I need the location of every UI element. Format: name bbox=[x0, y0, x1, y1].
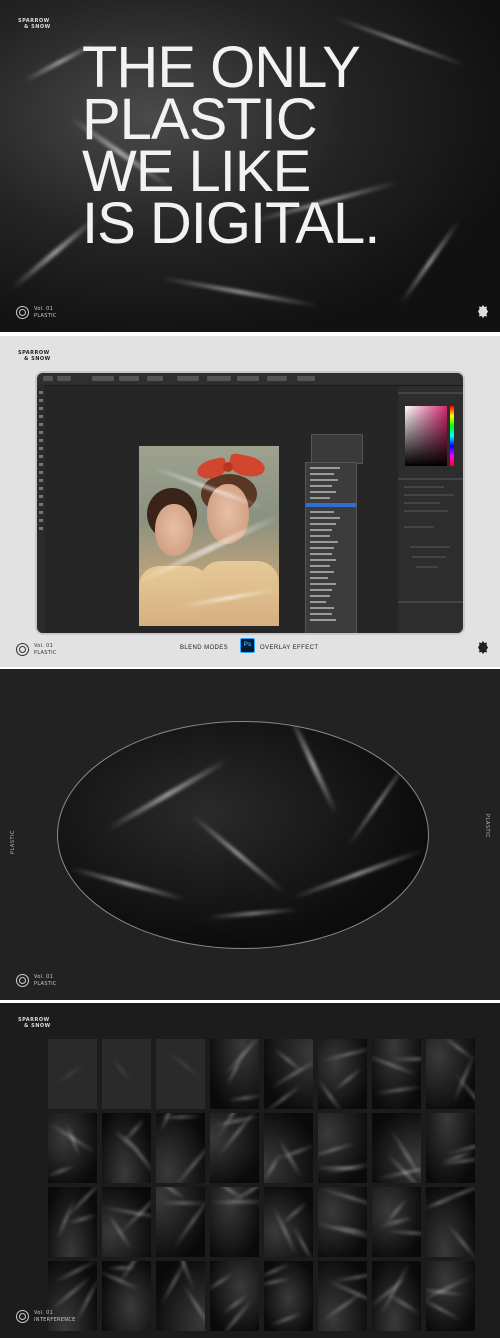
photoshop-window bbox=[35, 371, 465, 635]
texture-tile bbox=[102, 1039, 151, 1109]
layer-options-box[interactable] bbox=[311, 434, 363, 464]
texture-tile bbox=[210, 1261, 259, 1331]
volume-number: Vol. 01 bbox=[34, 1310, 54, 1316]
headline: THE ONLY PLASTIC WE LIKE IS DIGITAL. bbox=[82, 39, 482, 256]
volume-number: Vol. 01 bbox=[34, 306, 54, 312]
volume-title: PLASTIC bbox=[34, 313, 57, 319]
photoshop-right-panel bbox=[398, 386, 463, 633]
brand-line-2: & SNOW bbox=[24, 356, 51, 362]
texture-tile bbox=[264, 1113, 313, 1183]
volume-number: Vol. 01 bbox=[34, 974, 54, 980]
texture-tile bbox=[318, 1187, 367, 1257]
texture-grid-panel: SPARROW & SNOW Vol. 01 INTERFERENCE bbox=[0, 1003, 500, 1338]
texture-tile bbox=[426, 1039, 475, 1109]
texture-tile bbox=[318, 1261, 367, 1331]
volume-title: PLASTIC bbox=[34, 981, 57, 987]
photoshop-toolbar bbox=[37, 385, 45, 633]
texture-tile bbox=[210, 1187, 259, 1257]
hue-slider[interactable] bbox=[450, 406, 454, 466]
texture-tile bbox=[318, 1039, 367, 1109]
texture-tile bbox=[426, 1113, 475, 1183]
texture-tile bbox=[210, 1039, 259, 1109]
texture-tile bbox=[156, 1261, 205, 1331]
texture-tile bbox=[264, 1261, 313, 1331]
texture-tile bbox=[372, 1261, 421, 1331]
texture-tile bbox=[426, 1187, 475, 1257]
texture-tile bbox=[426, 1261, 475, 1331]
side-label-left: PLASTIC bbox=[10, 829, 16, 854]
color-picker[interactable] bbox=[405, 406, 447, 466]
texture-tile bbox=[372, 1187, 421, 1257]
brand-logo: SPARROW & SNOW bbox=[18, 350, 51, 362]
texture-tile bbox=[48, 1187, 97, 1257]
volume-label: Vol. 01 INTERFERENCE bbox=[34, 1310, 76, 1324]
photoshop-canvas-area bbox=[45, 386, 400, 633]
blend-mode-dropdown[interactable] bbox=[305, 462, 357, 633]
volume-ring-icon bbox=[16, 306, 29, 319]
brand-logo: SPARROW & SNOW bbox=[18, 18, 51, 30]
volume-ring-icon bbox=[16, 643, 29, 656]
caption-blend-modes: BLEND MODES bbox=[180, 645, 229, 651]
texture-tile bbox=[372, 1039, 421, 1109]
photoshop-panel: SPARROW & SNOW Vol. 01 PLASTIC BLEND MOD… bbox=[0, 336, 500, 667]
photoshop-badge-icon: Ps bbox=[240, 638, 255, 653]
photoshop-menubar bbox=[37, 373, 463, 386]
texture-tile bbox=[48, 1113, 97, 1183]
model-photo bbox=[139, 446, 279, 626]
brand-line-2: & SNOW bbox=[24, 1023, 51, 1029]
volume-ring-icon bbox=[16, 1310, 29, 1323]
volume-title: INTERFERENCE bbox=[34, 1317, 76, 1323]
volume-number: Vol. 01 bbox=[34, 643, 54, 649]
badge-star-icon bbox=[478, 305, 488, 318]
hero-panel: SPARROW & SNOW THE ONLY PLASTIC WE LIKE … bbox=[0, 0, 500, 332]
volume-label: Vol. 01 PLASTIC bbox=[34, 643, 57, 657]
volume-ring-icon bbox=[16, 974, 29, 987]
plastic-oval-image bbox=[57, 721, 429, 949]
texture-tile bbox=[102, 1261, 151, 1331]
brand-logo: SPARROW & SNOW bbox=[18, 1017, 51, 1029]
blend-mode-overlay-selected[interactable] bbox=[306, 503, 356, 507]
headline-line-4: IS DIGITAL. bbox=[82, 191, 380, 256]
volume-label: Vol. 01 PLASTIC bbox=[34, 306, 57, 320]
brand-line-2: & SNOW bbox=[24, 24, 51, 30]
texture-tile bbox=[156, 1187, 205, 1257]
side-label-right: PLASTIC bbox=[484, 814, 490, 839]
volume-title: PLASTIC bbox=[34, 650, 57, 656]
volume-label: Vol. 01 PLASTIC bbox=[34, 974, 57, 988]
texture-tile bbox=[156, 1039, 205, 1109]
texture-tile bbox=[102, 1187, 151, 1257]
texture-tile bbox=[318, 1113, 367, 1183]
texture-tile bbox=[372, 1113, 421, 1183]
texture-tile bbox=[264, 1039, 313, 1109]
oval-plastic-panel: PLASTIC PLASTIC Vol. 01 PLASTIC bbox=[0, 669, 500, 1000]
texture-tile bbox=[210, 1113, 259, 1183]
texture-tile bbox=[264, 1187, 313, 1257]
texture-tile bbox=[48, 1039, 97, 1109]
texture-tile bbox=[102, 1113, 151, 1183]
texture-tile bbox=[156, 1113, 205, 1183]
badge-star-icon bbox=[478, 641, 488, 654]
caption-overlay-effect: OVERLAY EFFECT bbox=[260, 645, 319, 651]
